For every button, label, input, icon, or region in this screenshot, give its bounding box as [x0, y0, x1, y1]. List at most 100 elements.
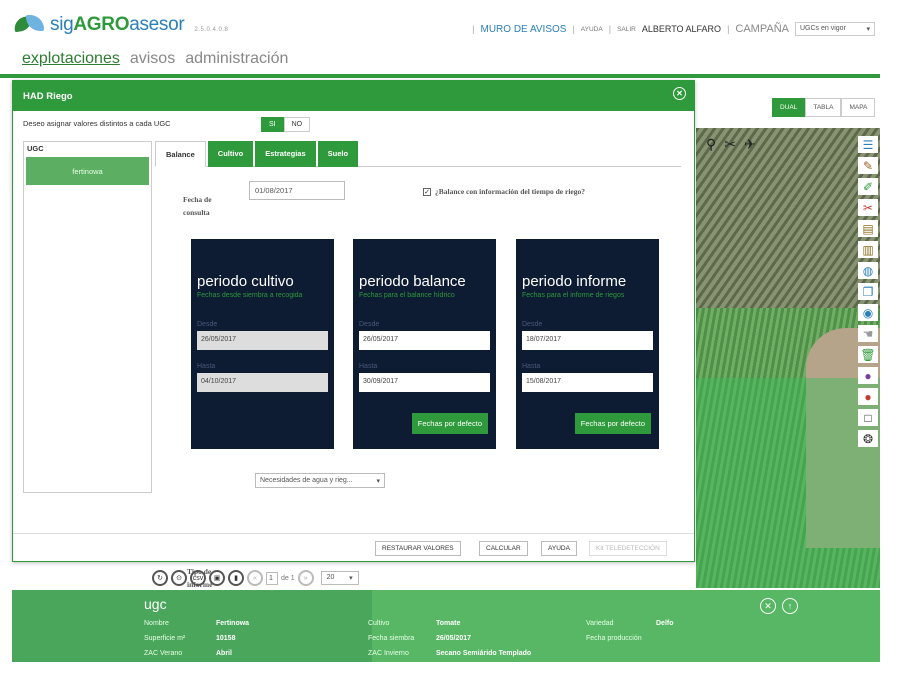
- periodo-informe-card: periodo informe Fechas para el informe d…: [516, 239, 659, 449]
- tipo-informe-label: Tipo de informe: [187, 567, 213, 589]
- card-subtitle: Fechas desde siembra a recogida: [197, 292, 303, 299]
- card-title: periodo informe: [522, 273, 627, 290]
- scissors-icon[interactable]: ✂: [858, 199, 878, 216]
- caret-down-icon: ▾: [866, 26, 870, 33]
- close-icon[interactable]: ✕: [760, 598, 776, 614]
- info-nombre-value: Fertinowa: [216, 620, 250, 627]
- balance-defaults-button[interactable]: Fechas por defecto: [411, 413, 488, 434]
- square-icon[interactable]: □: [858, 409, 878, 426]
- window-icon[interactable]: ❐: [858, 283, 878, 300]
- desde-label: Desde: [197, 321, 218, 328]
- binoculars-icon[interactable]: ⚲: [706, 136, 716, 153]
- view-toggle: DUAL TABLA MAPA: [772, 98, 876, 117]
- caret-down-icon: ▾: [376, 478, 380, 485]
- info-superficie-label: Superficie m²: [144, 635, 186, 642]
- tab-estrategias[interactable]: Estrategias: [255, 141, 316, 167]
- info-zac-invierno-label: ZAC Invierno: [368, 650, 409, 657]
- balance-desde-input[interactable]: 26/05/2017: [359, 331, 490, 350]
- target-icon[interactable]: ◉: [858, 304, 878, 321]
- modal-header: HAD Riego ✕: [13, 81, 694, 111]
- info-superficie-value: 10158: [216, 635, 236, 642]
- user-name[interactable]: ALBERTO ALFARO: [642, 24, 721, 34]
- layers-add-icon[interactable]: ▥: [858, 241, 878, 258]
- top-bar: sigAGROasesor 2.5.0.4.0.8 | MURO DE AVIS…: [0, 0, 903, 48]
- page-size-select[interactable]: 20 ▾: [320, 571, 359, 585]
- had-riego-modal: HAD Riego ✕ Deseo asignar valores distin…: [12, 80, 695, 589]
- salir-link[interactable]: SALIR: [617, 26, 636, 33]
- informe-desde-input[interactable]: 18/07/2017: [522, 331, 653, 350]
- muro-avisos-link[interactable]: MURO DE AVISOS: [481, 24, 567, 35]
- list-item[interactable]: fertinowa: [26, 157, 149, 185]
- nav-administracion[interactable]: administración: [185, 50, 288, 68]
- ayuda-link[interactable]: AYUDA: [581, 26, 603, 33]
- balance-riego-option: ✓ ¿Balance con información del tiempo de…: [423, 185, 585, 198]
- globe-icon[interactable]: ◍: [858, 262, 878, 279]
- restaurar-valores-button[interactable]: RESTAURAR VALORES: [375, 541, 461, 556]
- map-view[interactable]: [696, 128, 880, 588]
- ayuda-button[interactable]: AYUDA: [541, 541, 577, 556]
- page-of-label: de 1: [281, 574, 295, 582]
- logo[interactable]: sigAGROasesor 2.5.0.4.0.8: [13, 14, 228, 36]
- brand-name: sigAGROasesor: [50, 14, 185, 35]
- fecha-consulta-label: Fecha de consulta: [183, 195, 212, 217]
- periodo-cultivo-card: periodo cultivo Fechas desde siembra a r…: [191, 239, 334, 449]
- trash-icon[interactable]: 🗑: [858, 346, 878, 363]
- table-pager: ↻ ⊙ csv ▣ ▮ « 1 de 1 » 20 ▾: [152, 570, 359, 586]
- delete-icon[interactable]: ▮: [228, 570, 244, 586]
- ugc-panel-title: ugc: [144, 596, 167, 612]
- view-mapa-button[interactable]: MAPA: [841, 98, 876, 117]
- balance-hasta-input[interactable]: 30/09/2017: [359, 373, 490, 392]
- last-page-icon[interactable]: »: [297, 570, 314, 586]
- assign-no-button[interactable]: NO: [283, 117, 311, 132]
- pencil-icon[interactable]: ✐: [858, 178, 878, 195]
- globe-settings-icon[interactable]: ❂: [858, 430, 878, 447]
- layers-icon[interactable]: ▤: [858, 220, 878, 237]
- info-zac-verano-label: ZAC Verano: [144, 650, 183, 657]
- ugc-list-header: UGC: [27, 144, 44, 153]
- leaf-logo-icon: [13, 15, 46, 35]
- tab-balance[interactable]: Balance: [155, 141, 206, 167]
- header-divider: [0, 74, 880, 78]
- edit-icon[interactable]: ✎: [858, 157, 878, 174]
- tab-suelo[interactable]: Suelo: [317, 141, 359, 167]
- nav-avisos[interactable]: avisos: [130, 50, 175, 68]
- tipo-informe-select[interactable]: Necesidades de agua y rieg... ▾: [255, 473, 385, 488]
- kit-teledeteccion-button: Kit TELEDETECCIÓN: [589, 541, 667, 556]
- balance-riego-checkbox[interactable]: ✓: [423, 187, 431, 196]
- close-icon[interactable]: ✕: [673, 87, 686, 100]
- satellite-icon[interactable]: ✈: [744, 136, 756, 153]
- point-red-icon[interactable]: ●: [858, 388, 878, 405]
- info-zac-verano-value: Abril: [216, 650, 232, 657]
- info-cultivo-label: Cultivo: [368, 620, 390, 627]
- view-tabla-button[interactable]: TABLA: [805, 98, 842, 117]
- informe-hasta-input[interactable]: 15/08/2017: [522, 373, 653, 392]
- campaign-label: CAMPAÑA: [735, 23, 789, 35]
- calcular-button[interactable]: CALCULAR: [479, 541, 528, 556]
- tab-cultivo[interactable]: Cultivo: [207, 141, 254, 167]
- campaign-select[interactable]: UGCs en vigor ▾: [795, 22, 875, 36]
- info-zac-invierno-value: Secano Semiárido Templado: [436, 650, 532, 657]
- zoom-icon[interactable]: ⊙: [171, 570, 187, 586]
- modal-title: HAD Riego: [23, 91, 73, 102]
- refresh-icon[interactable]: ↻: [152, 570, 168, 586]
- first-page-icon[interactable]: «: [247, 570, 263, 586]
- arrow-up-icon[interactable]: ↑: [782, 598, 798, 614]
- ugc-list: UGC fertinowa: [23, 141, 152, 493]
- page-input[interactable]: 1: [266, 571, 278, 585]
- periodo-balance-card: periodo balance Fechas para el balance h…: [353, 239, 496, 449]
- point-purple-icon[interactable]: ●: [858, 367, 878, 384]
- desde-label: Desde: [522, 321, 543, 328]
- main-nav: explotaciones avisos administración: [22, 50, 288, 68]
- fecha-consulta-input[interactable]: 01/08/2017: [249, 181, 345, 200]
- nav-explotaciones[interactable]: explotaciones: [22, 50, 120, 68]
- assign-yes-button[interactable]: SI: [261, 117, 284, 132]
- info-fecha-produccion-label: Fecha producción: [586, 635, 642, 642]
- informe-defaults-button[interactable]: Fechas por defecto: [574, 413, 651, 434]
- view-dual-button[interactable]: DUAL: [772, 98, 806, 117]
- hand-icon[interactable]: ☚: [858, 325, 878, 342]
- cultivo-hasta-input: 04/10/2017: [197, 373, 328, 392]
- info-fecha-siembra-value: 26/05/2017: [436, 635, 472, 642]
- balance-riego-label: ¿Balance con información del tiempo de r…: [435, 187, 585, 196]
- tools-icon[interactable]: ✂: [724, 136, 736, 153]
- menu-icon[interactable]: ☰: [858, 136, 878, 153]
